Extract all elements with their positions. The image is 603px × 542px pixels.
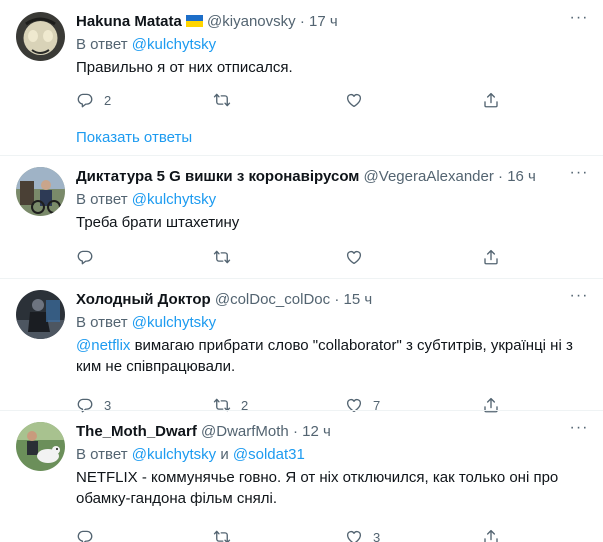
share-button[interactable] (482, 527, 500, 542)
tweet[interactable]: Диктатура 5 G вишки з коронавірусом @Veg… (0, 156, 603, 278)
avatar[interactable] (16, 12, 65, 61)
reply-button[interactable]: 2 (76, 90, 111, 110)
replying-to: В ответ @kulchytsky (76, 313, 216, 333)
replying-prefix: В ответ (76, 36, 128, 53)
separator-dot: · (498, 168, 504, 185)
like-button[interactable]: 3 (345, 527, 380, 542)
show-replies-link[interactable]: Показать ответы (76, 128, 192, 148)
more-options-icon[interactable]: ··· (567, 420, 591, 442)
reply-icon (76, 91, 94, 109)
timestamp[interactable]: 12 ч (302, 423, 331, 440)
tweet[interactable]: Холодный Доктор @colDoc_colDoc · 15 ч ··… (0, 279, 603, 411)
avatar[interactable] (16, 167, 65, 216)
retweet-icon (213, 91, 231, 109)
replying-prefix: В ответ (76, 446, 128, 463)
tweet-text: @netflix вимагаю прибрати слово "collabo… (76, 335, 591, 377)
share-button[interactable] (482, 247, 500, 267)
reply-to-joiner: и (216, 446, 233, 463)
more-options-icon[interactable]: ··· (567, 10, 591, 32)
share-icon (482, 528, 500, 542)
heart-icon (345, 528, 363, 542)
tweet-text: NETFLIX - коммунячье говно. Я от ніх отк… (76, 469, 559, 507)
separator-dot: · (299, 13, 305, 30)
avatar-image (16, 290, 65, 339)
separator-dot: · (292, 423, 298, 440)
avatar-image (16, 422, 65, 471)
tweet-text: Треба брати штахетину (76, 214, 240, 231)
like-button[interactable] (345, 90, 363, 110)
user-handle[interactable]: @colDoc_colDoc (215, 291, 330, 308)
reply-count: 2 (104, 92, 112, 108)
reply-to-link[interactable]: @kulchytsky (132, 446, 216, 463)
reply-to-link[interactable]: @kulchytsky (132, 36, 216, 53)
retweet-button[interactable] (213, 247, 231, 267)
tweet-text-body: вимагаю прибрати слово "collaborator" з … (76, 337, 573, 375)
mention-link[interactable]: @netflix (76, 337, 130, 354)
tweet-header: Диктатура 5 G вишки з коронавірусом @Veg… (76, 167, 536, 187)
tweet[interactable]: The_Moth_Dwarf @DwarfMoth · 12 ч ··· В о… (0, 411, 603, 542)
share-button[interactable] (482, 90, 500, 110)
tweet-header: The_Moth_Dwarf @DwarfMoth · 12 ч (76, 422, 331, 442)
user-handle[interactable]: @VegeraAlexander (364, 168, 494, 185)
replying-to: В ответ @kulchytsky (76, 190, 216, 210)
display-name[interactable]: Hakuna Matata (76, 13, 182, 30)
avatar-image (16, 12, 65, 61)
timestamp[interactable]: 17 ч (309, 13, 338, 30)
tweet-actions: 3 (76, 527, 506, 542)
avatar[interactable] (16, 422, 65, 471)
user-handle[interactable]: @DwarfMoth (201, 423, 289, 440)
share-icon (482, 91, 500, 109)
reply-icon (76, 528, 94, 542)
retweet-icon (213, 528, 231, 542)
reply-button[interactable] (76, 247, 94, 267)
display-name[interactable]: The_Moth_Dwarf (76, 423, 197, 440)
timestamp[interactable]: 15 ч (343, 291, 372, 308)
user-handle[interactable]: @kiyanovsky (207, 13, 296, 30)
reply-button[interactable] (76, 527, 94, 542)
reply-icon (76, 248, 94, 266)
replying-to: В ответ @kulchytsky и @soldat31 (76, 445, 305, 465)
retweet-button[interactable] (213, 527, 231, 542)
replying-to: В ответ @kulchytsky (76, 35, 216, 55)
tweet-header: Холодный Доктор @colDoc_colDoc · 15 ч (76, 290, 372, 310)
tweet-text: Правильно я от них отписался. (76, 59, 293, 76)
reply-to-link[interactable]: @kulchytsky (132, 314, 216, 331)
avatar-image (16, 167, 65, 216)
timestamp[interactable]: 16 ч (507, 168, 536, 185)
retweet-button[interactable] (213, 90, 231, 110)
separator-dot: · (334, 291, 340, 308)
more-options-icon[interactable]: ··· (567, 165, 591, 187)
like-button[interactable] (345, 247, 363, 267)
replying-prefix: В ответ (76, 314, 128, 331)
retweet-icon (213, 248, 231, 266)
ukraine-flag-icon (185, 15, 203, 27)
avatar[interactable] (16, 290, 65, 339)
tweet-actions: 2 (76, 90, 506, 110)
heart-icon (345, 248, 363, 266)
tweet-header: Hakuna Matata @kiyanovsky · 17 ч (76, 12, 338, 32)
tweet-actions (76, 247, 506, 267)
share-icon (482, 248, 500, 266)
like-count: 3 (373, 529, 381, 542)
reply-to-link-2[interactable]: @soldat31 (233, 446, 305, 463)
display-name[interactable]: Холодный Доктор (76, 291, 211, 308)
display-name[interactable]: Диктатура 5 G вишки з коронавірусом (76, 168, 359, 185)
heart-icon (345, 91, 363, 109)
more-options-icon[interactable]: ··· (567, 288, 591, 310)
replying-prefix: В ответ (76, 191, 128, 208)
reply-to-link[interactable]: @kulchytsky (132, 191, 216, 208)
